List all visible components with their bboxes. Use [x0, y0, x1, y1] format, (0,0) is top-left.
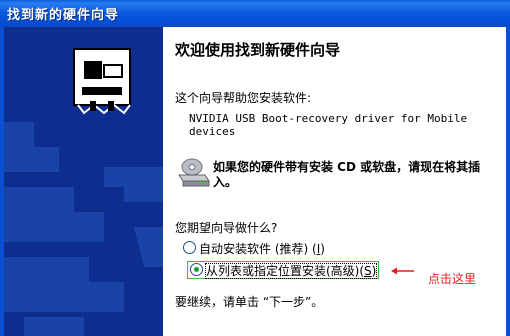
wizard-content: 欢迎使用找到新硬件向导 这个向导帮助您安装软件: NVIDIA USB Boot… — [163, 27, 506, 336]
continue-text: 要继续，请单击 “下一步”。 — [175, 295, 324, 309]
device-name-line1: NVIDIA USB Boot-recovery driver for Mobi… — [189, 112, 468, 125]
window-title: 找到新的硬件向导 — [7, 8, 120, 23]
list-install-hotkey: S — [364, 264, 372, 278]
cd-notice: 如果您的硬件带有安装 CD 或软盘，请现在将其插入。 — [213, 160, 481, 189]
red-arrow-icon — [391, 267, 414, 275]
title-bar[interactable]: 找到新的硬件向导 — [0, 0, 510, 27]
auto-install-label: 自动安装软件 (推荐) ( — [199, 242, 317, 256]
intro-text: 这个向导帮助您安装软件: — [175, 91, 312, 105]
auto-install-option[interactable]: 自动安装软件 (推荐) (I) — [183, 240, 325, 256]
device-name-line2: devices — [189, 125, 236, 138]
list-install-option[interactable]: 从列表或指定位置安装(高级)(S) — [187, 261, 380, 279]
auto-install-suffix: ) — [320, 242, 325, 256]
page-title: 欢迎使用找到新硬件向导 — [175, 41, 341, 59]
radio-list-install[interactable] — [190, 263, 203, 276]
wizard-banner — [4, 27, 163, 336]
annotation-click-here: 点击这里 — [428, 272, 477, 286]
radio-auto-install[interactable] — [183, 241, 196, 254]
device-name: NVIDIA USB Boot-recovery driver for Mobi… — [189, 112, 489, 138]
hardware-wizard-icon — [4, 48, 163, 336]
list-install-suffix: ) — [371, 264, 377, 278]
list-install-label: 从列表或指定位置安装(高级)( — [206, 264, 365, 278]
question-label: 您期望向导做什么? — [175, 221, 278, 235]
window-frame-right — [506, 27, 510, 336]
cd-drive-icon — [178, 158, 210, 187]
